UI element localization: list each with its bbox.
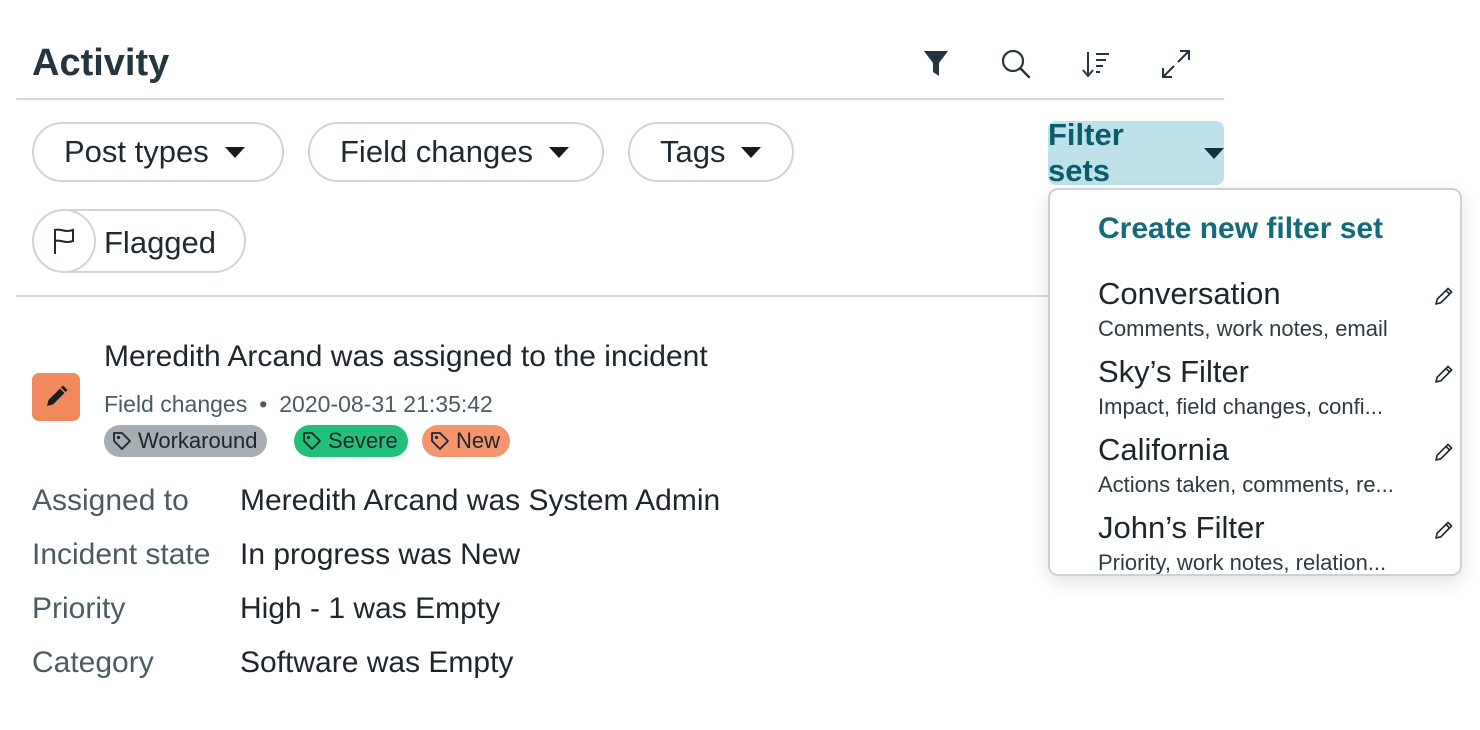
field-value-category: Software was Empty (240, 646, 514, 679)
filter-sets-label: Filter sets (1048, 117, 1124, 188)
tag-label: Workaround (138, 428, 258, 453)
field-change-badge (32, 373, 80, 421)
separator-dot: • (259, 391, 268, 417)
flagged-filter[interactable]: Flagged (32, 209, 246, 273)
filter-set-description: Impact, field changes, confi... (1098, 394, 1383, 419)
search-icon (1001, 49, 1031, 79)
filter-set-name: John’s Filter (1098, 510, 1265, 545)
field-label-category: Category (32, 646, 154, 679)
edit-filter-set-button[interactable] (1430, 438, 1458, 466)
post-types-filter[interactable]: Post types (32, 122, 284, 182)
sort-button[interactable] (1076, 44, 1116, 84)
tag-new[interactable]: New (422, 425, 511, 457)
field-label-assigned-to: Assigned to (32, 484, 189, 517)
filter-set-name: Conversation (1098, 276, 1281, 311)
tag-icon (303, 432, 321, 450)
filter-set-name: California (1098, 432, 1229, 467)
tags-label: Tags (660, 134, 726, 169)
flag-toggle[interactable] (32, 209, 96, 273)
pencil-icon (1435, 287, 1453, 305)
filter-sets-dropdown: Create new filter set Conversation Comme… (1048, 188, 1462, 576)
caret-down-icon (549, 146, 570, 158)
field-changes-filter[interactable]: Field changes (308, 122, 604, 182)
filter-set-item-conversation[interactable]: Conversation Comments, work notes, email (1098, 276, 1453, 346)
field-value-assigned-to: Meredith Arcand was System Admin (240, 484, 721, 517)
tags-filter[interactable]: Tags (628, 122, 794, 182)
tag-label: Severe (328, 428, 398, 453)
page-title: Activity (32, 42, 170, 84)
caret-down-icon (224, 146, 245, 158)
flagged-label: Flagged (104, 225, 217, 260)
tag-severe[interactable]: Severe (294, 425, 408, 457)
flag-icon (54, 228, 74, 254)
activity-header: Activity (16, 30, 1224, 100)
tag-icon (113, 432, 131, 450)
pencil-icon (47, 385, 68, 406)
filter-set-description: Comments, work notes, email (1098, 316, 1388, 341)
caret-down-icon (741, 146, 762, 158)
filter-set-description: Actions taken, comments, re... (1098, 472, 1394, 497)
pencil-icon (1435, 521, 1453, 539)
pencil-icon (1435, 443, 1453, 461)
filter-set-item-skys-filter[interactable]: Sky’s Filter Impact, field changes, conf… (1098, 354, 1453, 424)
filter-sets-button[interactable]: Filter sets (1048, 117, 1224, 188)
pencil-icon (1435, 365, 1453, 383)
edit-filter-set-button[interactable] (1430, 282, 1458, 310)
expand-button[interactable] (1156, 44, 1196, 84)
filter-set-item-johns-filter[interactable]: John’s Filter Priority, work notes, rela… (1098, 510, 1453, 575)
divider (16, 295, 1056, 297)
field-value-incident-state: In progress was New (240, 538, 521, 571)
search-button[interactable] (996, 44, 1036, 84)
field-label-incident-state: Incident state (32, 538, 211, 571)
filter-set-name: Sky’s Filter (1098, 354, 1250, 389)
field-label-priority: Priority (32, 592, 126, 625)
entry-title: Meredith Arcand was assigned to the inci… (104, 340, 708, 373)
tag-icon (431, 432, 449, 450)
edit-filter-set-button[interactable] (1430, 360, 1458, 388)
create-filter-set-link[interactable]: Create new filter set (1098, 212, 1383, 246)
post-types-label: Post types (64, 134, 209, 169)
expand-icon (1162, 50, 1190, 78)
filter-set-item-california[interactable]: California Actions taken, comments, re..… (1098, 432, 1453, 502)
field-changes-label: Field changes (340, 134, 534, 169)
filter-set-description: Priority, work notes, relation... (1098, 550, 1387, 575)
sort-icon (1082, 52, 1109, 78)
tag-workaround[interactable]: Workaround (104, 425, 268, 457)
entry-meta: Field changes • 2020-08-31 21:35:42 (104, 391, 493, 418)
filter-icon (924, 51, 948, 76)
field-value-priority: High - 1 was Empty (240, 592, 501, 625)
tag-label: New (456, 428, 501, 453)
caret-down-icon (1204, 147, 1224, 159)
entry-type: Field changes (104, 391, 248, 417)
entry-timestamp: 2020-08-31 21:35:42 (279, 391, 493, 417)
filter-button[interactable] (916, 44, 956, 84)
edit-filter-set-button[interactable] (1430, 516, 1458, 544)
